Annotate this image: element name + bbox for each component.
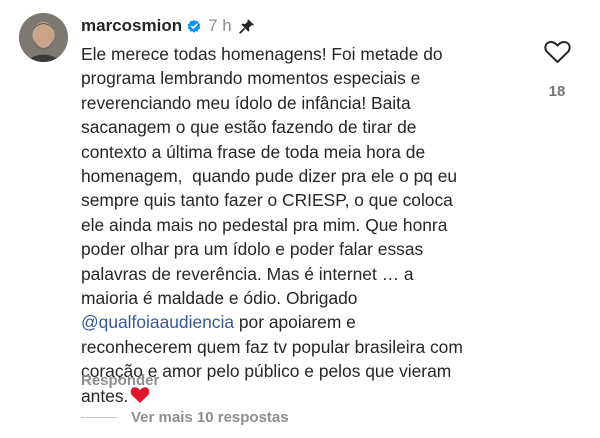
comment-time: 7 h <box>208 16 232 35</box>
comment-line: palavras de reverência. Mas é internet …… <box>81 263 414 284</box>
comment-line: Ele merece todas homenagens! Foi metade … <box>81 44 443 64</box>
username[interactable]: marcosmion <box>81 16 182 36</box>
divider-line <box>81 416 117 418</box>
comment-line: sempre quis tanto fazer o CRIESP, o que … <box>81 190 453 211</box>
reply-button[interactable]: Responder <box>81 372 159 389</box>
like-area: 18 <box>541 40 573 100</box>
pin-icon <box>239 18 255 34</box>
comment-text-fragment: por apoiarem e <box>234 312 356 333</box>
comment-line: reverenciando meu ídolo de infância! Bai… <box>81 92 411 113</box>
comment-line: reconhecerem quem faz tv popular brasile… <box>81 336 463 357</box>
view-more-replies-button[interactable]: Ver mais 10 respostas <box>81 402 289 432</box>
comment-line: contexto a última frase de toda meia hor… <box>81 141 426 162</box>
avatar[interactable] <box>19 13 68 62</box>
comment-text: Ele merece todas homenagens! Foi metade … <box>81 42 521 410</box>
comment-line: poder olhar pra um ídolo e poder falar e… <box>81 239 424 260</box>
comment-line: maioria é maldade e ódio. Obrigado <box>81 288 358 309</box>
heart-outline-icon[interactable] <box>541 40 573 69</box>
like-count: 18 <box>548 83 566 100</box>
comment-line: homenagem, quando pude dizer pra ele o p… <box>81 166 458 187</box>
comment-line: ele ainda mais no pedestal pra mim. Que … <box>81 214 448 235</box>
comment: marcosmion 7 h Ele merece todas homenage… <box>0 0 600 438</box>
comment-line: programa lembrando momentos especiais e <box>81 68 421 89</box>
verified-badge-icon <box>186 18 202 34</box>
view-more-replies-label: Ver mais 10 respostas <box>131 408 289 426</box>
comment-header: marcosmion 7 h <box>81 13 255 39</box>
mention-link[interactable]: @qualfoiaaudiencia <box>81 312 234 332</box>
comment-line: sacanagem o que estão fazendo de tirar d… <box>81 117 417 138</box>
comment-line-mention: @qualfoiaaudiencia por apoiarem e <box>81 310 521 334</box>
